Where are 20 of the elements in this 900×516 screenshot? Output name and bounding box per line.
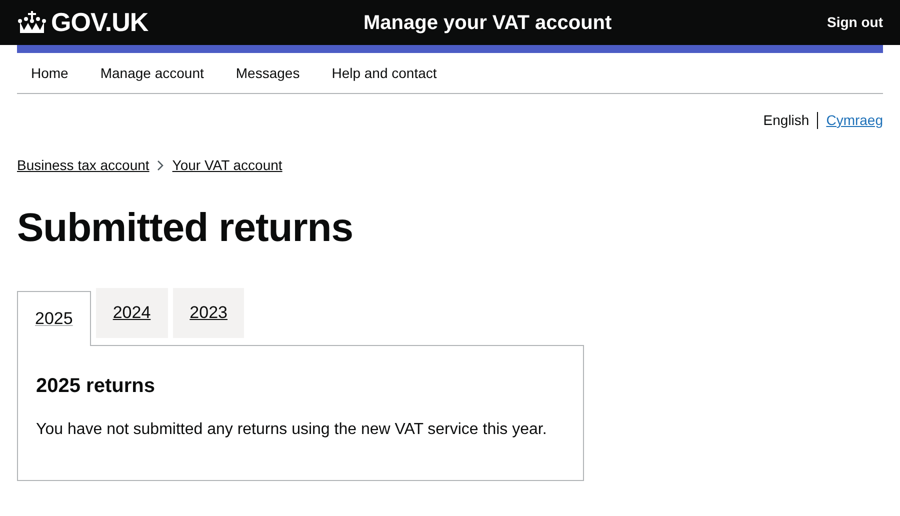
sign-out-link[interactable]: Sign out xyxy=(827,12,883,33)
page-title: Submitted returns xyxy=(17,205,354,252)
crown-icon xyxy=(17,10,47,36)
nav-link[interactable]: Messages xyxy=(236,62,300,84)
logo-text: GOV.UK xyxy=(51,6,148,39)
language-link[interactable]: Cymraeg xyxy=(826,110,883,131)
nav-link[interactable]: Help and contact xyxy=(332,62,437,84)
chevron-icon xyxy=(157,160,164,171)
breadcrumb-link[interactable]: Business tax account xyxy=(17,155,150,176)
govuk-logo[interactable]: GOV.UK xyxy=(17,3,148,42)
year-tab[interactable]: 2024 xyxy=(96,288,168,338)
nav-link[interactable]: Manage account xyxy=(100,62,204,84)
year-tab[interactable]: 2023 xyxy=(172,288,244,338)
service-name[interactable]: Manage your VAT account xyxy=(364,8,612,38)
panel-heading: 2025 returns xyxy=(36,374,156,398)
breadcrumb-link[interactable]: Your VAT account xyxy=(172,155,282,176)
panel-text: You have not submitted any returns using the new VAT service this year. xyxy=(36,420,548,440)
year-tab[interactable]: 2025 xyxy=(17,291,91,346)
current-language: English xyxy=(763,111,810,130)
nav-link[interactable]: Home xyxy=(31,62,68,84)
